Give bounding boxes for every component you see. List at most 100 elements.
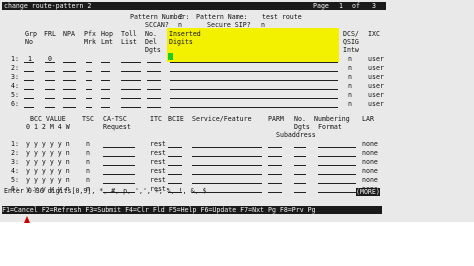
hop-field[interactable]: [101, 62, 110, 63]
numbering-format-field[interactable]: [318, 183, 356, 184]
pfx-field[interactable]: [86, 98, 92, 99]
no-dgts-field[interactable]: [294, 192, 306, 193]
ca-tsc-field[interactable]: [103, 192, 135, 193]
tsc-value[interactable]: n: [86, 140, 90, 148]
parm-field[interactable]: [268, 165, 282, 166]
ixc-value[interactable]: user: [368, 100, 384, 108]
del-field[interactable]: [147, 71, 161, 72]
numbering-format-field[interactable]: [318, 165, 356, 166]
del-field[interactable]: [147, 80, 161, 81]
ixc-value[interactable]: user: [368, 55, 384, 63]
service-feature-field[interactable]: [192, 174, 262, 175]
service-feature-field[interactable]: [192, 165, 262, 166]
service-feature-field[interactable]: [192, 147, 262, 148]
toll-field[interactable]: [121, 62, 141, 63]
frl-field[interactable]: [45, 71, 55, 72]
frl-field[interactable]: [45, 107, 55, 108]
hop-field[interactable]: [101, 98, 110, 99]
del-field[interactable]: [147, 107, 161, 108]
ca-tsc-field[interactable]: [103, 165, 135, 166]
pfx-field[interactable]: [86, 107, 92, 108]
no-dgts-field[interactable]: [294, 174, 306, 175]
frl-field[interactable]: [45, 80, 55, 81]
hop-field[interactable]: [101, 71, 110, 72]
tsc-value[interactable]: n: [86, 176, 90, 184]
numbering-format-field[interactable]: [318, 174, 356, 175]
lar-value[interactable]: none: [362, 158, 378, 166]
hop-field[interactable]: [101, 107, 110, 108]
numbering-format-field[interactable]: [318, 147, 356, 148]
bcie-field[interactable]: [168, 147, 182, 148]
ca-tsc-field[interactable]: [103, 183, 135, 184]
itc-value[interactable]: rest: [150, 167, 166, 175]
toll-field[interactable]: [121, 107, 141, 108]
frl-field[interactable]: [45, 98, 55, 99]
ixc-value[interactable]: user: [368, 91, 384, 99]
grp-field[interactable]: [24, 71, 34, 72]
no-dgts-field[interactable]: [294, 147, 306, 148]
itc-value[interactable]: rest: [150, 158, 166, 166]
npa-field[interactable]: [63, 107, 76, 108]
itc-value[interactable]: rest: [150, 149, 166, 157]
ca-tsc-field[interactable]: [103, 156, 135, 157]
bcc-values[interactable]: y y y y y n: [26, 158, 70, 166]
bcie-field[interactable]: [168, 156, 182, 157]
pfx-field[interactable]: [86, 89, 92, 90]
lar-value[interactable]: none: [362, 149, 378, 157]
pfx-field[interactable]: [86, 62, 92, 63]
grp-field[interactable]: [24, 80, 34, 81]
pfx-field[interactable]: [86, 80, 92, 81]
itc-value[interactable]: rest: [150, 176, 166, 184]
service-feature-field[interactable]: [192, 183, 262, 184]
grp-field[interactable]: [24, 107, 34, 108]
parm-field[interactable]: [268, 192, 282, 193]
del-field[interactable]: [147, 62, 161, 63]
bcc-values[interactable]: y y y y y n: [26, 176, 70, 184]
npa-field[interactable]: [63, 80, 76, 81]
tsc-value[interactable]: n: [86, 158, 90, 166]
intw-value[interactable]: n: [348, 73, 352, 81]
frl-field[interactable]: [45, 89, 55, 90]
inserted-digits-field[interactable]: [170, 107, 338, 108]
bcie-field[interactable]: [168, 165, 182, 166]
ixc-value[interactable]: user: [368, 64, 384, 72]
no-dgts-field[interactable]: [294, 156, 306, 157]
bcie-field[interactable]: [168, 183, 182, 184]
parm-field[interactable]: [268, 156, 282, 157]
bcie-field[interactable]: [168, 192, 182, 193]
itc-value[interactable]: rest: [150, 140, 166, 148]
ca-tsc-field[interactable]: [103, 147, 135, 148]
frl-field[interactable]: [45, 62, 55, 63]
parm-field[interactable]: [268, 183, 282, 184]
inserted-digits-field[interactable]: [170, 80, 338, 81]
numbering-format-field[interactable]: [318, 192, 356, 193]
bcc-values[interactable]: y y y y y n: [26, 140, 70, 148]
inserted-digits-field[interactable]: [170, 62, 338, 63]
toll-field[interactable]: [121, 71, 141, 72]
intw-value[interactable]: n: [348, 64, 352, 72]
function-key-bar[interactable]: F1=Cancel F2=Refresh F3=Submit F4=Clr Fl…: [2, 206, 382, 214]
tsc-value[interactable]: n: [86, 149, 90, 157]
hop-field[interactable]: [101, 89, 110, 90]
toll-field[interactable]: [121, 80, 141, 81]
inserted-digits-field[interactable]: [170, 71, 338, 72]
grp-field[interactable]: [24, 98, 34, 99]
pattern-number-value[interactable]: 2: [179, 13, 183, 21]
lar-value[interactable]: none: [362, 140, 378, 148]
ca-tsc-field[interactable]: [103, 174, 135, 175]
grp-field[interactable]: [24, 89, 34, 90]
parm-field[interactable]: [268, 174, 282, 175]
service-feature-field[interactable]: [192, 156, 262, 157]
intw-value[interactable]: n: [348, 91, 352, 99]
bcc-values[interactable]: y y y y y n: [26, 149, 70, 157]
npa-field[interactable]: [63, 89, 76, 90]
inserted-digits-field[interactable]: [170, 98, 338, 99]
del-field[interactable]: [147, 98, 161, 99]
toll-field[interactable]: [121, 89, 141, 90]
bcie-field[interactable]: [168, 174, 182, 175]
intw-value[interactable]: n: [348, 82, 352, 90]
parm-field[interactable]: [268, 147, 282, 148]
grp-field[interactable]: [24, 62, 34, 63]
lar-value[interactable]: none: [362, 176, 378, 184]
npa-field[interactable]: [63, 62, 76, 63]
